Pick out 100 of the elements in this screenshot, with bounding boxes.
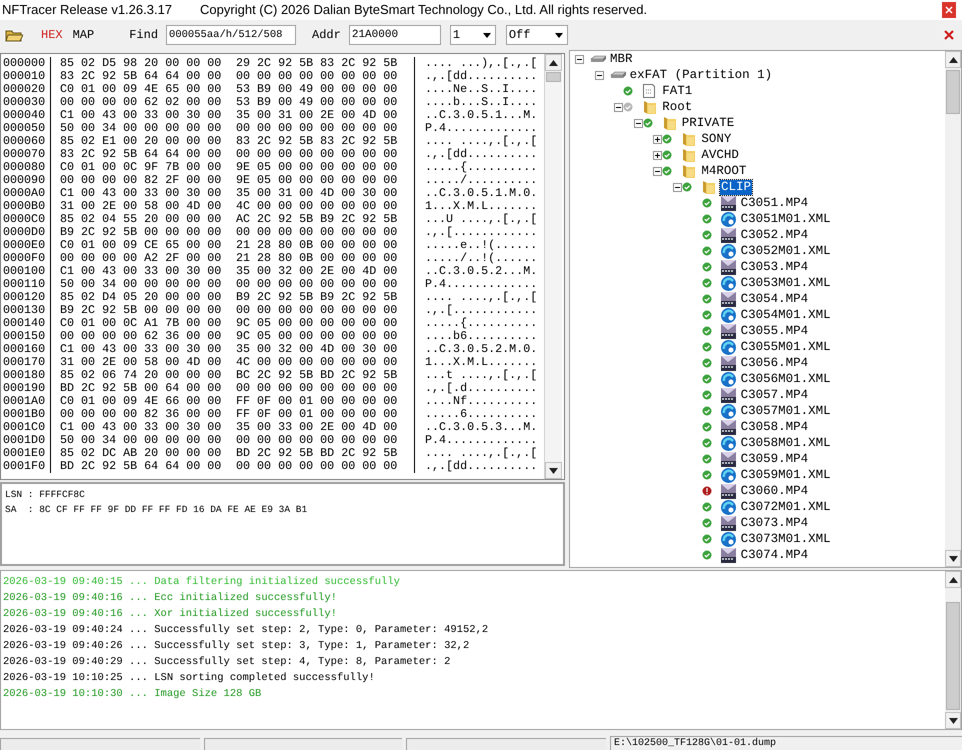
hex-bytes: 00 00 00 00 00 00 00 00 xyxy=(236,460,398,473)
hex-bytes: C0 01 00 09 CE 65 00 00 xyxy=(60,239,222,252)
expand-toggle[interactable] xyxy=(653,134,662,144)
hex-address: 0000E0 xyxy=(1,239,51,252)
tree-item[interactable]: C3074.MP4 xyxy=(740,548,810,562)
tree-item[interactable]: C3057M01.XML xyxy=(740,404,832,418)
ascii-text: .,.[dd.......... xyxy=(414,148,538,161)
ascii-text: .....{.......... xyxy=(414,317,538,330)
log-line: 2026-03-19 09:40:24 ... Successfully set step: 2, Type: 0, Parameter: 49152,2 xyxy=(3,623,490,638)
ascii-text: 1...X.M.L....... xyxy=(414,200,538,213)
collapse-toggle[interactable] xyxy=(614,102,624,112)
scrollbar-thumb[interactable] xyxy=(946,70,960,114)
tree-item[interactable]: FAT1 xyxy=(661,84,694,98)
close-icon xyxy=(945,6,953,14)
tree-item[interactable]: C3056.MP4 xyxy=(740,356,810,370)
open-folder-icon xyxy=(5,28,23,42)
tree-item[interactable]: C3058M01.XML xyxy=(740,436,832,450)
tree-item[interactable]: C3073.MP4 xyxy=(740,516,810,530)
expand-toggle[interactable] xyxy=(653,150,662,160)
minus-icon xyxy=(655,170,660,172)
collapse-toggle[interactable] xyxy=(634,118,643,128)
view-tab[interactable]: HEX xyxy=(40,26,64,44)
hex-address: 000010 xyxy=(1,70,51,83)
tree-item[interactable]: C3059M01.XML xyxy=(740,468,832,482)
hex-address: 0000A0 xyxy=(1,187,51,200)
find-field[interactable]: 000055aa/h/512/508 xyxy=(166,25,296,45)
tree-item[interactable]: C3058.MP4 xyxy=(740,420,810,434)
hex-address: 000150 xyxy=(1,330,51,343)
scroll-down-button[interactable] xyxy=(545,462,562,479)
tree-item[interactable]: C3051M01.XML xyxy=(740,212,832,226)
tree-item[interactable]: C3060.MP4 xyxy=(740,484,810,498)
tree-item[interactable]: C3053.MP4 xyxy=(740,260,810,274)
scroll-up-button[interactable] xyxy=(945,571,961,588)
video-file-icon xyxy=(720,450,737,468)
ascii-text: ..C.3.0.5.2...M. xyxy=(414,265,538,278)
tree-item[interactable]: C3053M01.XML xyxy=(740,276,832,290)
scrollbar-thumb[interactable] xyxy=(946,602,960,710)
hex-bytes: 50 00 34 00 00 00 00 00 xyxy=(60,122,222,135)
scroll-down-button[interactable] xyxy=(945,550,961,567)
collapse-toggle[interactable] xyxy=(575,54,584,64)
hex-address: 0000C0 xyxy=(1,213,51,226)
tree-item[interactable]: C3052M01.XML xyxy=(740,244,832,258)
dropdown[interactable]: 1 xyxy=(450,25,496,45)
hex-bytes: 00 00 00 00 00 00 00 00 xyxy=(236,434,398,447)
tree-item[interactable]: C3056M01.XML xyxy=(740,372,832,386)
minus-icon xyxy=(636,122,641,124)
scroll-up-button[interactable] xyxy=(545,54,562,71)
tree-item[interactable]: PRIVATE xyxy=(680,116,736,130)
hex-address: 000110 xyxy=(1,278,51,291)
hex-address: 0000B0 xyxy=(1,200,51,213)
hex-bytes: 00 00 00 00 82 2F 00 00 xyxy=(60,174,222,187)
view-tab[interactable]: MAP xyxy=(72,26,96,44)
tree-item[interactable]: MBR xyxy=(609,52,634,66)
arrow-down-icon xyxy=(549,468,558,474)
folder-icon xyxy=(680,130,698,148)
tree-item[interactable]: SONY xyxy=(700,132,732,146)
tree-item[interactable]: C3072M01.XML xyxy=(740,500,832,514)
tree-item[interactable]: exFAT (Partition 1) xyxy=(628,68,774,82)
tree-item[interactable]: AVCHD xyxy=(700,148,740,162)
scroll-up-button[interactable] xyxy=(945,51,961,68)
video-file-icon xyxy=(720,386,737,404)
collapse-toggle[interactable] xyxy=(594,70,604,80)
ascii-text: .... ....,.[.,.[ xyxy=(414,135,538,148)
collapse-toggle[interactable] xyxy=(653,166,662,176)
hex-bytes: BD 2C 92 5B 64 64 00 00 xyxy=(60,460,222,473)
hex-bytes: 00 00 00 00 62 36 00 00 xyxy=(60,330,222,343)
hex-bytes: 85 02 E1 00 20 00 00 00 xyxy=(60,135,222,148)
globe-file-icon xyxy=(720,530,737,548)
tree-item[interactable]: C3057.MP4 xyxy=(740,388,810,402)
ascii-text: ..C.3.0.5.1.M.0. xyxy=(414,187,538,200)
hex-address: 000020 xyxy=(1,83,51,96)
tree-item[interactable]: C3055.MP4 xyxy=(740,324,810,338)
collapse-toggle[interactable] xyxy=(673,182,682,192)
video-file-icon xyxy=(720,418,737,436)
tree-item[interactable]: C3054.MP4 xyxy=(740,292,810,306)
close-button[interactable] xyxy=(942,2,956,18)
tree-item[interactable]: C3055M01.XML xyxy=(740,340,832,354)
scroll-down-button[interactable] xyxy=(945,712,961,729)
hex-bytes: 35 00 31 00 2E 00 4D 00 xyxy=(236,109,398,122)
close-panel-button[interactable] xyxy=(942,28,956,42)
scrollbar-thumb[interactable] xyxy=(546,72,561,82)
tree-item[interactable]: C3073M01.XML xyxy=(740,532,832,546)
hex-address: 000070 xyxy=(1,148,51,161)
hex-address: 0001B0 xyxy=(1,408,51,421)
tree-item[interactable]: CLIP xyxy=(720,180,752,194)
hex-bytes: 00 00 00 00 82 36 00 00 xyxy=(60,408,222,421)
tree-item[interactable]: C3052.MP4 xyxy=(740,228,810,242)
tree-item[interactable]: C3054M01.XML xyxy=(740,308,832,322)
tree-item[interactable]: Root xyxy=(661,100,694,114)
tree-item[interactable]: M4ROOT xyxy=(700,164,748,178)
hex-bytes: 00 00 00 00 A2 2F 00 00 xyxy=(60,252,222,265)
address-field[interactable]: 21A0000 xyxy=(348,25,441,45)
ascii-text: ...../..!(...... xyxy=(414,252,538,265)
hex-bytes: BD 2C 92 5B 00 64 00 00 xyxy=(60,382,222,395)
dropdown[interactable]: Off xyxy=(506,25,568,45)
hex-bytes: 00 00 00 00 62 02 00 00 xyxy=(60,96,222,109)
find-label: Find xyxy=(129,27,158,44)
hex-bytes: 35 00 33 00 2E 00 4D 00 xyxy=(236,421,398,434)
tree-item[interactable]: C3059.MP4 xyxy=(740,452,810,466)
tree-item[interactable]: C3051.MP4 xyxy=(740,196,810,210)
